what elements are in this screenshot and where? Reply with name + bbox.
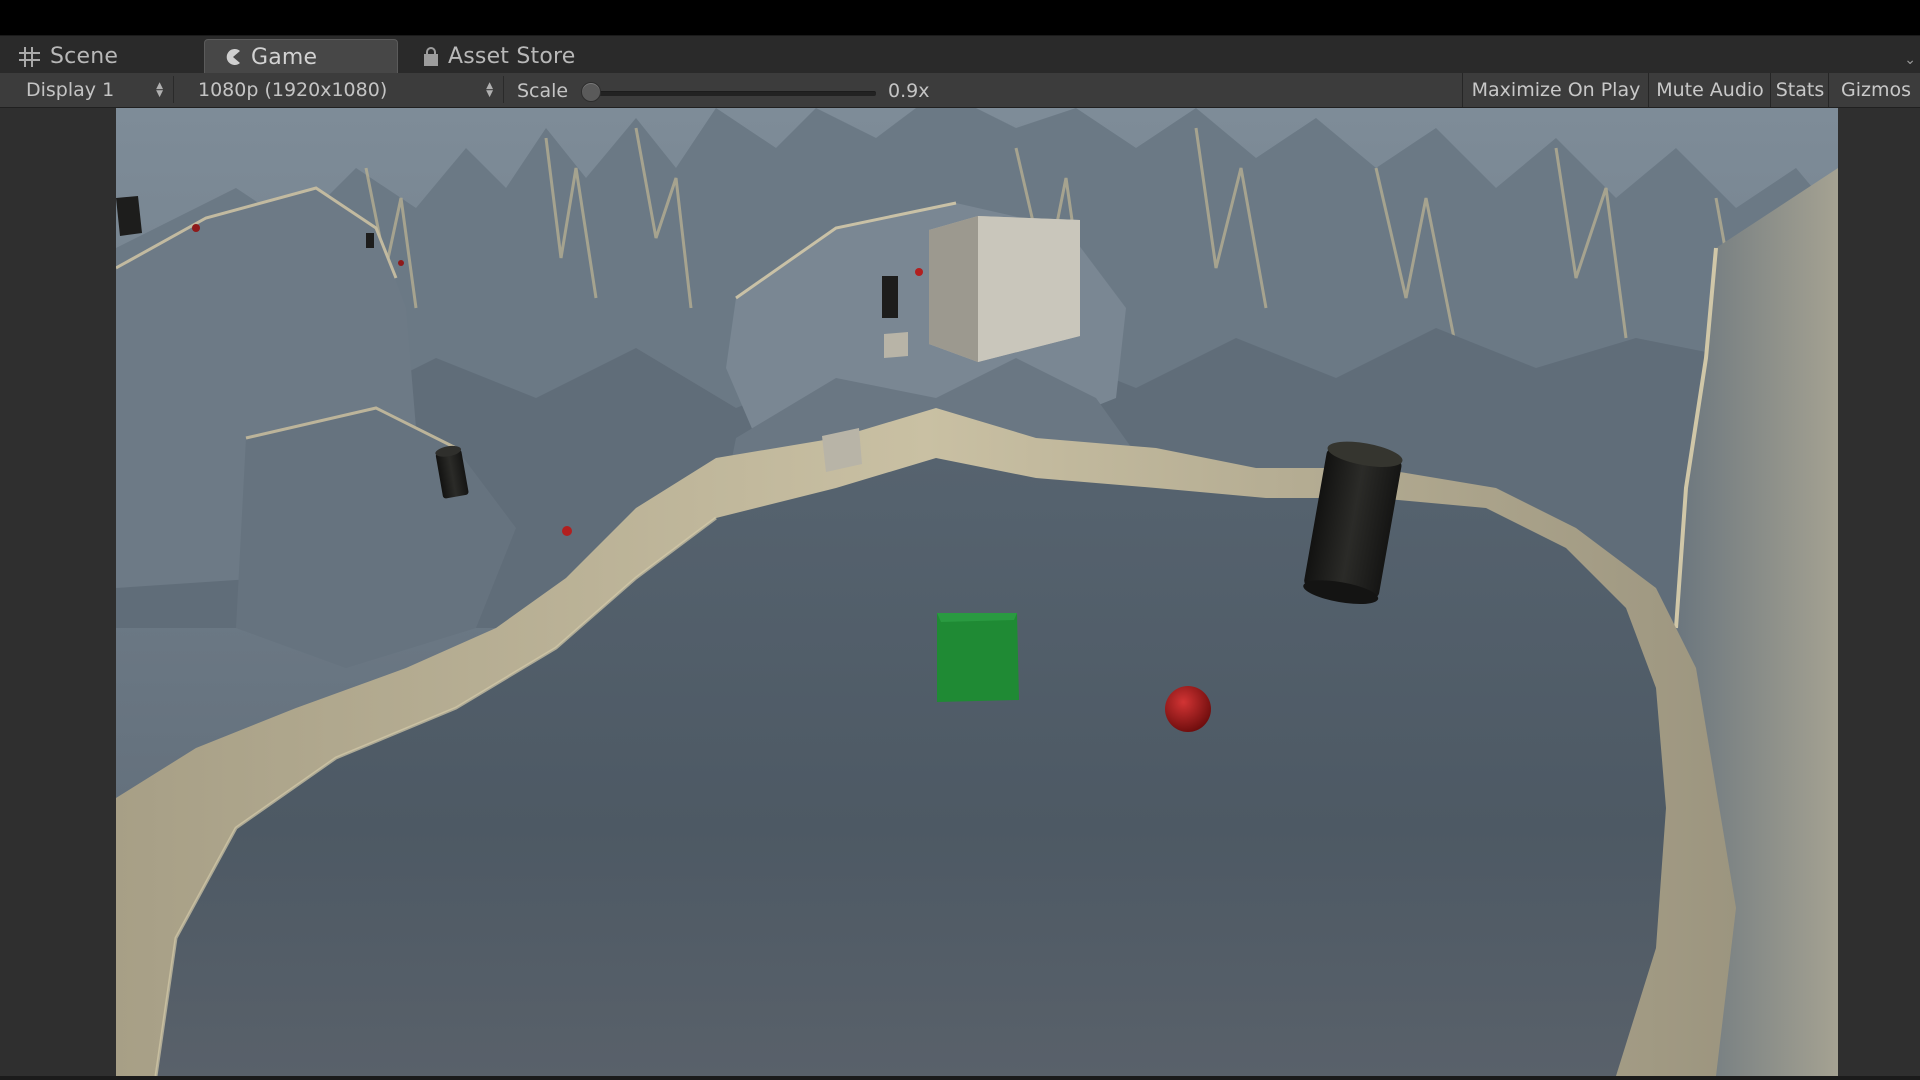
game-viewport[interactable]: [116, 108, 1838, 1076]
editor-tab-bar: Scene Game Asset Store ⌄: [0, 35, 1920, 74]
game-scene-render: [116, 108, 1838, 1076]
resolution-dropdown-value: 1080p (1920x1080): [198, 78, 388, 101]
mute-audio-toggle[interactable]: Mute Audio: [1648, 73, 1771, 107]
shopping-bag-icon: [422, 46, 440, 67]
tab-game[interactable]: Game: [204, 39, 398, 74]
scale-label: Scale: [517, 80, 569, 102]
scale-slider-track[interactable]: [584, 91, 876, 96]
display-dropdown[interactable]: Display 1 ▲ ▼: [14, 76, 174, 103]
window-bottom-edge: [0, 1076, 1920, 1080]
tab-scene-label: Scene: [50, 44, 119, 69]
maximize-on-play-toggle[interactable]: Maximize On Play: [1462, 73, 1649, 107]
game-view-toolbar: Display 1 ▲ ▼ 1080p (1920x1080) ▲ ▼ Scale …: [0, 73, 1920, 108]
display-dropdown-value: Display 1: [26, 78, 115, 101]
up-down-arrows-icon: ▲ ▼: [156, 81, 163, 99]
up-down-arrows-icon: ▲ ▼: [486, 81, 493, 99]
gizmos-toggle[interactable]: Gizmos: [1828, 73, 1920, 107]
grid-icon: [18, 46, 42, 68]
resolution-dropdown[interactable]: 1080p (1920x1080) ▲ ▼: [186, 76, 504, 103]
tab-asset-store-label: Asset Store: [448, 44, 576, 69]
scale-value: 0.9x: [888, 80, 930, 102]
panel-menu-icon[interactable]: ⌄: [1904, 52, 1916, 68]
pacman-icon: [223, 47, 243, 67]
stats-toggle[interactable]: Stats: [1770, 73, 1829, 107]
unity-editor-window: Scene Game Asset Store ⌄ Display 1 ▲ ▼ 1…: [0, 0, 1920, 1080]
tab-scene[interactable]: Scene: [18, 39, 198, 74]
tab-game-label: Game: [251, 44, 318, 70]
tab-asset-store[interactable]: Asset Store: [422, 39, 642, 74]
scale-slider-thumb[interactable]: [580, 82, 601, 102]
